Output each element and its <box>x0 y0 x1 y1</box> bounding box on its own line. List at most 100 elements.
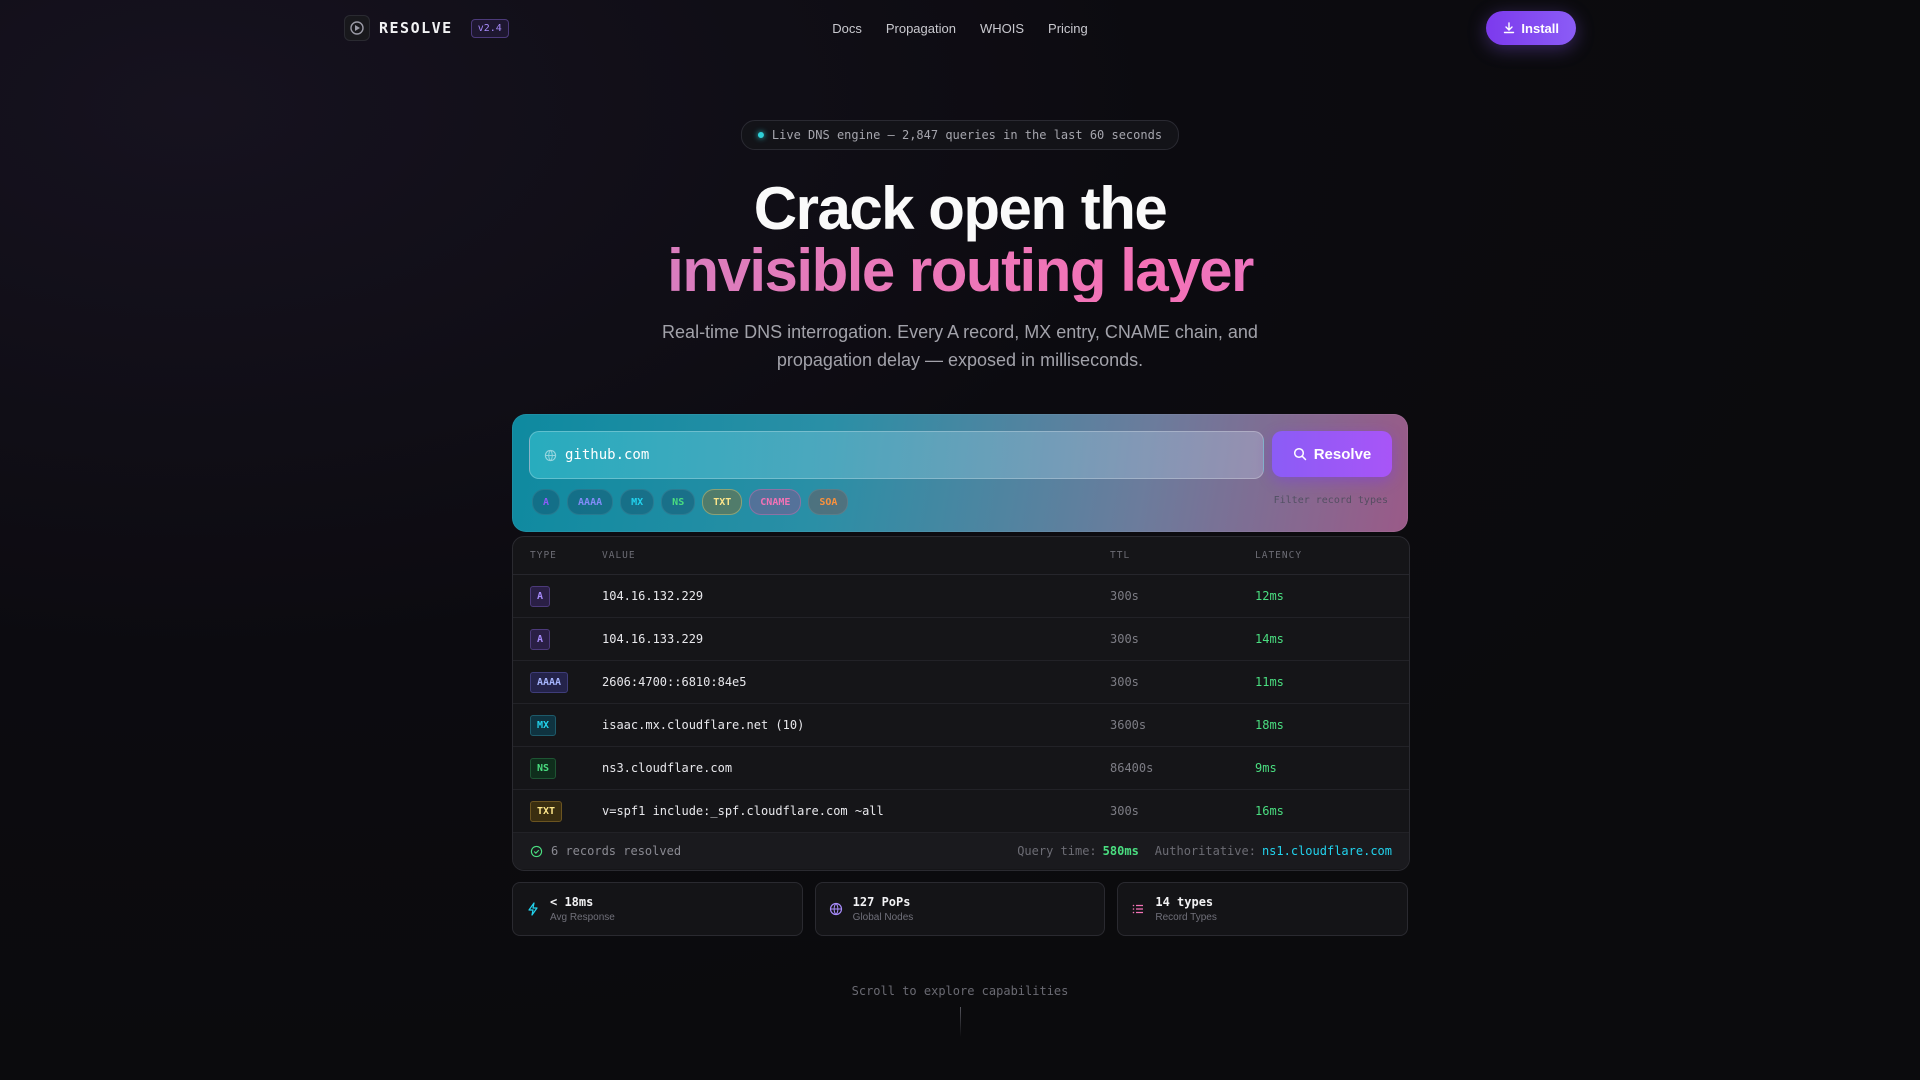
hero-title-line1: Crack open the <box>753 175 1168 242</box>
cell-latency: 11ms <box>1255 675 1284 689</box>
stat-card-types: 14 types Record Types <box>1117 882 1409 936</box>
cell-latency: 18ms <box>1255 718 1284 732</box>
live-status-text: Live DNS engine — 2,847 queries in the l… <box>771 128 1163 142</box>
table-row[interactable]: MX isaac.mx.cloudflare.net (10) 3600s 18ms <box>513 704 1409 747</box>
cell-latency: 16ms <box>1255 804 1284 818</box>
record-type-chips: A AAAA MX NS TXT CNAME SOA <box>532 489 849 515</box>
cell-value: 2606:4700::6810:84e5 <box>602 675 747 689</box>
cell-value: isaac.mx.cloudflare.net (10) <box>602 718 805 732</box>
version-badge: v2.4 <box>470 18 509 38</box>
search-panel: Resolve AAAAAMXNSTXTCNAMESOA Filter reco… <box>512 414 1408 532</box>
globe-small-icon <box>544 449 557 461</box>
hero-subtitle-line2: propagation delay — exposed in milliseco… <box>776 350 1144 370</box>
type-badge: A <box>530 585 551 607</box>
resolve-label: Resolve <box>1313 445 1372 463</box>
live-dot-icon <box>757 132 764 138</box>
nav-links: Docs Propagation WHOIS Pricing <box>832 21 1088 36</box>
stat-value: 14 types <box>1155 895 1214 909</box>
header-type[interactable]: TYPE <box>513 550 602 561</box>
table-footer: 6 records resolved Query time: 580ms Aut… <box>513 833 1409 869</box>
domain-input-wrapper[interactable] <box>529 431 1264 479</box>
cell-type: MX <box>513 714 602 736</box>
cell-ttl: 300s <box>1110 632 1139 646</box>
top-nav: RESOLVE v2.4 Docs Propagation WHOIS Pric… <box>344 11 1576 45</box>
install-label: Install <box>1521 20 1559 36</box>
chip-ns[interactable]: NS <box>661 489 696 515</box>
table-header: TYPE VALUE TTL LATENCY <box>513 537 1409 575</box>
cell-value: ns3.cloudflare.com <box>602 761 733 775</box>
scroll-hint: Scroll to explore capabilities <box>851 984 1069 998</box>
chip-aaaa[interactable]: AAAA <box>567 489 614 515</box>
nav-link-whois[interactable]: WHOIS <box>980 21 1024 36</box>
cell-value: v=spf1 include:_spf.cloudflare.com ~all <box>602 804 884 818</box>
cell-type: AAAA <box>513 671 602 693</box>
table-row[interactable]: TXT v=spf1 include:_spf.cloudflare.com ~a… <box>513 790 1409 833</box>
cell-latency: 14ms <box>1255 632 1284 646</box>
table-row[interactable]: NS ns3.cloudflare.com 86400s 9ms <box>513 747 1409 790</box>
cell-latency: 9ms <box>1255 761 1277 775</box>
brand[interactable]: RESOLVE v2.4 <box>344 15 509 41</box>
header-value[interactable]: VALUE <box>602 550 1110 561</box>
authoritative-value[interactable]: ns1.cloudflare.com <box>1262 844 1392 858</box>
cell-type: TXT <box>513 800 602 822</box>
stat-label: Avg Response <box>550 912 615 923</box>
cell-latency: 12ms <box>1255 589 1284 603</box>
cell-type: A <box>513 585 602 607</box>
filter-label: Filter record types <box>1273 495 1388 506</box>
hero-subtitle: Real-time DNS interrogation. Every A rec… <box>0 318 1920 374</box>
table-row[interactable]: A 104.16.132.229 300s 12ms <box>513 575 1409 618</box>
live-status-pill: Live DNS engine — 2,847 queries in the l… <box>740 120 1180 150</box>
cell-ttl: 300s <box>1110 804 1139 818</box>
nav-link-propagation[interactable]: Propagation <box>886 21 956 36</box>
stat-value: 127 PoPs <box>852 895 911 909</box>
hero-title: Crack open the invisible routing layer <box>0 178 1920 302</box>
cell-ttl: 3600s <box>1110 718 1147 732</box>
install-button[interactable]: Install <box>1486 11 1576 45</box>
cell-ttl: 86400s <box>1110 761 1154 775</box>
header-latency[interactable]: LATENCY <box>1255 550 1302 561</box>
domain-input[interactable] <box>563 446 1263 464</box>
type-badge: TXT <box>530 800 563 822</box>
table-row[interactable]: AAAA 2606:4700::6810:84e5 300s 11ms <box>513 661 1409 704</box>
globe-icon <box>829 902 842 916</box>
chip-soa[interactable]: SOA <box>808 489 849 515</box>
download-icon <box>1504 22 1515 34</box>
type-badge: NS <box>530 757 557 779</box>
logo-icon <box>344 15 370 41</box>
records-resolved: 6 records resolved <box>551 844 682 858</box>
header-ttl[interactable]: TTL <box>1110 550 1255 561</box>
stats-row: < 18ms Avg Response 127 PoPs Global Nodes … <box>512 882 1409 936</box>
search-icon <box>1293 447 1306 461</box>
chip-a[interactable]: A <box>532 489 561 515</box>
stat-value: < 18ms <box>550 895 594 909</box>
type-badge: A <box>530 628 551 650</box>
query-time-value: 580ms <box>1102 844 1139 858</box>
cell-value: 104.16.133.229 <box>602 632 704 646</box>
nav-link-docs[interactable]: Docs <box>832 21 862 36</box>
cell-value: 104.16.132.229 <box>602 589 704 603</box>
stat-label: Record Types <box>1155 912 1217 923</box>
hero-title-line2: invisible routing layer <box>0 240 1920 302</box>
table-body: A 104.16.132.229 300s 12ms A 104.16.133.229 30… <box>513 575 1409 833</box>
stat-card-nodes: 127 PoPs Global Nodes <box>814 882 1106 936</box>
chip-mx[interactable]: MX <box>620 489 655 515</box>
results-table: TYPE VALUE TTL LATENCY A 104.16.132.229 30… <box>512 536 1410 871</box>
stat-label: Global Nodes <box>852 912 914 923</box>
bolt-icon <box>528 902 538 916</box>
chip-cname[interactable]: CNAME <box>749 489 802 515</box>
resolve-button[interactable]: Resolve <box>1272 431 1392 477</box>
hero-subtitle-line1: Real-time DNS interrogation. Every A rec… <box>662 322 1258 342</box>
nav-link-pricing[interactable]: Pricing <box>1048 21 1088 36</box>
query-meta: Query time: 580ms Authoritative: ns1.clo… <box>1017 844 1392 858</box>
type-badge: MX <box>530 714 557 736</box>
authoritative-label: Authoritative: <box>1154 844 1256 858</box>
chip-txt[interactable]: TXT <box>702 489 743 515</box>
type-badge: AAAA <box>530 671 569 693</box>
table-row[interactable]: A 104.16.133.229 300s 14ms <box>513 618 1409 661</box>
brand-name: RESOLVE <box>379 19 453 37</box>
query-time-label: Query time: <box>1017 844 1097 858</box>
list-icon <box>1133 904 1144 914</box>
cell-ttl: 300s <box>1110 675 1139 689</box>
cell-type: A <box>513 628 602 650</box>
cell-ttl: 300s <box>1110 589 1139 603</box>
